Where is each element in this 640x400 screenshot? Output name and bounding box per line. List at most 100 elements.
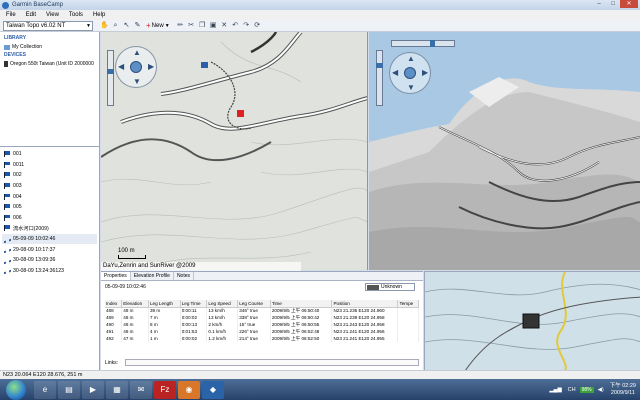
pan-control-3d[interactable]: ▲ ▼ ◀ ▶ — [389, 52, 431, 94]
col-leg-course[interactable]: Leg Course — [237, 300, 271, 308]
clock[interactable]: 下午 02:29 2009/9/11 — [610, 383, 636, 397]
undo-icon[interactable]: ↶ — [231, 21, 240, 30]
list-item[interactable]: 004 — [2, 191, 97, 202]
col-index[interactable]: Index — [105, 300, 123, 308]
my-collection-item[interactable]: My Collection — [4, 43, 95, 51]
ruler-icon[interactable]: ✎ — [133, 21, 142, 30]
firefox-icon[interactable]: ◉ — [178, 380, 200, 399]
basecamp-icon[interactable]: ◆ — [202, 380, 224, 399]
minimize-button[interactable]: – — [592, 0, 606, 8]
language-indicator[interactable]: CH — [568, 387, 576, 393]
folder-icon[interactable]: ▤ — [58, 380, 80, 399]
zoom-slider-thumb[interactable] — [107, 69, 114, 74]
table-row[interactable]: 492 47 m1 m 0:00:02 1.2 km/h 214° true 2009/9… — [105, 335, 419, 342]
cell: 4 m — [148, 328, 181, 335]
scissors-icon[interactable]: ✂ — [187, 21, 196, 30]
filezilla-icon[interactable]: Fz — [154, 380, 176, 399]
library-header: LIBRARY — [4, 35, 27, 41]
signal-icon[interactable]: ▂▄▆ — [549, 387, 561, 393]
col-leg-speed[interactable]: Leg Speed — [206, 300, 239, 308]
menu-help[interactable]: Help — [93, 12, 105, 18]
cell: 226° true — [237, 328, 271, 335]
arrow-down-icon[interactable]: ▼ — [407, 83, 415, 92]
overview-map[interactable] — [424, 271, 640, 370]
menu-file[interactable]: File — [6, 12, 16, 18]
track-color-select[interactable]: Unknown — [365, 283, 415, 291]
item-list: 001 0011 002 003 004 005 006 流水河口(2009) … — [0, 147, 99, 278]
select-icon[interactable]: ↖ — [122, 21, 131, 30]
table-header-row: Index Elevation Leg Length Leg Time Leg … — [105, 300, 419, 308]
col-time[interactable]: Time — [270, 300, 333, 308]
magnifier-icon[interactable]: ⌕ — [111, 21, 120, 30]
cell: 490 — [105, 321, 123, 328]
list-item[interactable]: 006 — [2, 213, 97, 224]
tool-group: ✋ ⌕ ↖ ✎ + New ▼ ✏ ✂ ❐ ▣ ✕ ↶ ↷ ⟳ — [100, 21, 264, 30]
new-button[interactable]: + New ▼ — [146, 21, 170, 30]
table-row[interactable]: 490 48 m8 m 0:00:13 2 km/h 15° true 2009/9/5 … — [105, 321, 419, 328]
tab-notes[interactable]: Notes — [174, 272, 194, 280]
col-leg-length[interactable]: Leg Length — [148, 300, 181, 308]
col-elevation[interactable]: Elevation — [121, 300, 149, 308]
list-item[interactable]: 30-08-09 13:24:36123 — [2, 266, 97, 277]
list-item[interactable]: 005 — [2, 202, 97, 213]
battery-indicator[interactable]: 98% — [579, 386, 594, 393]
copy-icon[interactable]: ❐ — [198, 21, 207, 30]
tab-properties[interactable]: Properties — [101, 272, 131, 280]
media-icon[interactable]: ▶ — [82, 380, 104, 399]
arrow-up-icon[interactable]: ▲ — [133, 48, 141, 57]
map-2d-view[interactable]: ▲ ▼ ◀ ▶ — [101, 32, 368, 270]
tab-elevation-profile[interactable]: Elevation Profile — [131, 272, 174, 280]
col-temperature[interactable]: Tempe — [397, 300, 419, 308]
arrow-down-icon[interactable]: ▼ — [133, 77, 141, 86]
arrow-up-icon[interactable]: ▲ — [407, 54, 415, 63]
list-item[interactable]: 流水河口(2009) — [2, 223, 97, 234]
maximize-button[interactable]: □ — [606, 0, 620, 8]
pan-control[interactable]: ▲ ▼ ◀ ▶ — [115, 46, 157, 88]
track-name-field[interactable]: 05-09-09 10:02:46 — [105, 284, 146, 290]
menu-view[interactable]: View — [46, 12, 59, 18]
clipboard-icon[interactable]: ▦ — [106, 380, 128, 399]
center-button[interactable] — [404, 67, 416, 79]
map-3d-view[interactable]: ▲ ▼ ◀ ▶ — [369, 32, 640, 270]
list-item[interactable]: 001 — [2, 149, 97, 160]
center-button[interactable] — [130, 61, 142, 73]
redo-icon[interactable]: ↷ — [242, 21, 251, 30]
cell: 214° true — [237, 335, 271, 342]
list-item[interactable]: 0011 — [2, 160, 97, 171]
rotate-icon[interactable]: ⟳ — [253, 21, 262, 30]
tilt-slider[interactable] — [376, 50, 383, 106]
table-row[interactable]: 488 48 m 39 m 0:00:11 13 km/h 346° true 2009/9… — [105, 307, 419, 314]
cell: 0:00:02 — [180, 314, 208, 321]
col-leg-time[interactable]: Leg Time — [180, 300, 208, 308]
list-item[interactable]: 003 — [2, 181, 97, 192]
list-item[interactable]: 05-09-09 10:02:46 — [2, 233, 97, 245]
col-position[interactable]: Position — [331, 300, 399, 308]
table-row[interactable]: 491 48 m4 m 0:01:53 0.1 km/h 226° true 2009/9… — [105, 328, 419, 335]
map-product-select[interactable]: Taiwan Topo v6.02 NT ▼ — [3, 21, 93, 31]
menu-edit[interactable]: Edit — [26, 12, 36, 18]
list-item[interactable]: 29-08-09 10:17:37 — [2, 244, 97, 255]
links-field[interactable] — [125, 359, 419, 366]
arrow-right-icon[interactable]: ▶ — [148, 62, 154, 71]
device-item[interactable]: Oregon 550t Taiwan (Unit ID 2000000 — [4, 60, 95, 68]
pencil-icon[interactable]: ✏ — [176, 21, 185, 30]
tilt-slider-thumb[interactable] — [376, 63, 383, 68]
table-row[interactable]: 489 48 m7 m 0:00:02 13 km/h 338° true 2009/9/… — [105, 314, 419, 321]
hand-icon[interactable]: ✋ — [100, 21, 109, 30]
horizontal-zoom-thumb[interactable] — [430, 40, 435, 47]
arrow-right-icon[interactable]: ▶ — [422, 68, 428, 77]
close-button[interactable]: ✕ — [620, 0, 638, 8]
arrow-left-icon[interactable]: ◀ — [392, 68, 398, 77]
horizontal-zoom-slider[interactable] — [391, 40, 455, 47]
list-item[interactable]: 30-08-09 13:09:36 — [2, 255, 97, 266]
arrow-left-icon[interactable]: ◀ — [118, 62, 124, 71]
list-item[interactable]: 002 — [2, 170, 97, 181]
start-button[interactable] — [6, 379, 26, 400]
delete-icon[interactable]: ✕ — [220, 21, 229, 30]
ie-icon[interactable]: e — [34, 380, 56, 399]
zoom-slider[interactable] — [107, 50, 114, 106]
volume-icon[interactable]: ◀) — [598, 387, 604, 393]
menu-tools[interactable]: Tools — [69, 12, 83, 18]
chat-icon[interactable]: ✉ — [130, 380, 152, 399]
paste-icon[interactable]: ▣ — [209, 21, 218, 30]
